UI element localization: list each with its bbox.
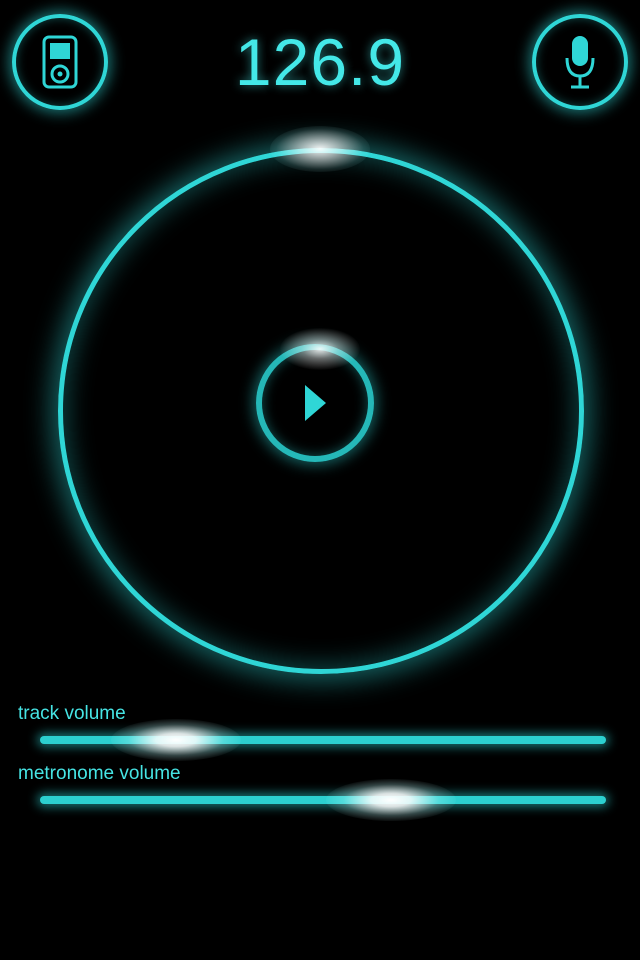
tap-tempo-mic-button[interactable]: [532, 14, 628, 110]
ipod-icon: [42, 35, 78, 89]
bpm-display: 126.9: [234, 25, 406, 99]
metronome-volume-thumb[interactable]: [325, 779, 456, 821]
microphone-icon: [565, 36, 595, 89]
play-icon: [305, 385, 326, 421]
music-library-button[interactable]: [12, 14, 108, 110]
play-button[interactable]: [256, 344, 374, 462]
track-volume-slider[interactable]: [40, 719, 606, 761]
track-volume-thumb[interactable]: [110, 719, 241, 761]
track-volume-label: track volume: [18, 703, 126, 724]
metronome-volume-slider[interactable]: [40, 779, 606, 821]
metronome-volume-label: metronome volume: [18, 763, 181, 784]
